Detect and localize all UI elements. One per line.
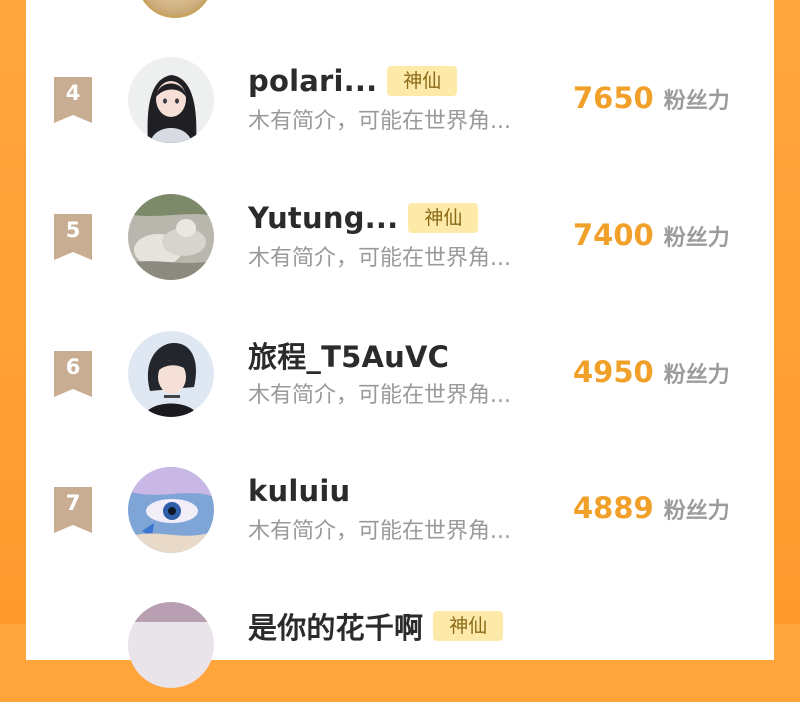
rank-number: 6 [65,355,81,379]
user-avatar[interactable] [128,602,214,688]
user-bio: 木有简介，可能在世界角... [248,246,511,271]
user-avatar[interactable] [128,57,214,143]
fans-label: 粉丝力 [663,363,730,388]
fans-label: 粉丝力 [663,499,730,524]
user-name[interactable]: Yutung... [248,201,398,235]
user-avatar[interactable] [128,331,214,417]
title-badge: 神仙 [387,66,458,96]
rank-number: 4 [65,81,81,105]
fans-power: 7400 粉丝力 [573,218,730,252]
user-bio: 木有简介，可能在世界角... [248,519,511,544]
title-badge: 神仙 [408,203,479,233]
user-avatar[interactable] [128,194,214,280]
fans-label: 粉丝力 [663,226,730,251]
ranking-row[interactable]: 4 polari... 神仙 木有简介，可能在世界角... 7650 粉丝力 [0,57,800,157]
fans-power: 7650 粉丝力 [573,81,730,115]
fans-power: 4950 粉丝力 [573,355,730,389]
fans-power: 4889 粉丝力 [573,491,730,525]
ranking-row[interactable]: 5 Yutung... 神仙 木有简介，可能在世界角... 7400 粉丝力 [0,194,800,294]
rank-number: 5 [65,218,81,242]
fans-count: 4950 [573,355,654,389]
fans-count: 4889 [573,491,654,525]
user-avatar[interactable] [128,467,214,553]
user-name[interactable]: 旅程_T5AuVC [248,334,449,376]
user-name[interactable]: kuluiu [248,474,350,508]
fans-label: 粉丝力 [663,89,730,114]
rank-badge: 4 [54,77,92,123]
user-bio: 木有简介，可能在世界角... [248,109,511,134]
rank-badge: 5 [54,214,92,260]
rank-badge: 7 [54,487,92,533]
rank-number: 7 [65,491,81,515]
user-name[interactable]: polari... [248,64,377,98]
ranking-row[interactable]: 是你的花千啊 神仙 [0,602,800,702]
ranking-row[interactable]: 6 旅程_T5AuVC 木有简介，可能在世界角... 4950 粉丝力 [0,331,800,431]
fans-count: 7400 [573,218,654,252]
fans-count: 7650 [573,81,654,115]
title-badge: 神仙 [433,611,504,641]
user-bio: 木有简介，可能在世界角... [248,383,511,408]
user-name[interactable]: 是你的花千啊 [248,605,423,647]
ranking-row[interactable]: 7 kuluiu 木有简介，可能在世界角... 4889 粉丝力 [0,467,800,567]
rank-badge: 6 [54,351,92,397]
